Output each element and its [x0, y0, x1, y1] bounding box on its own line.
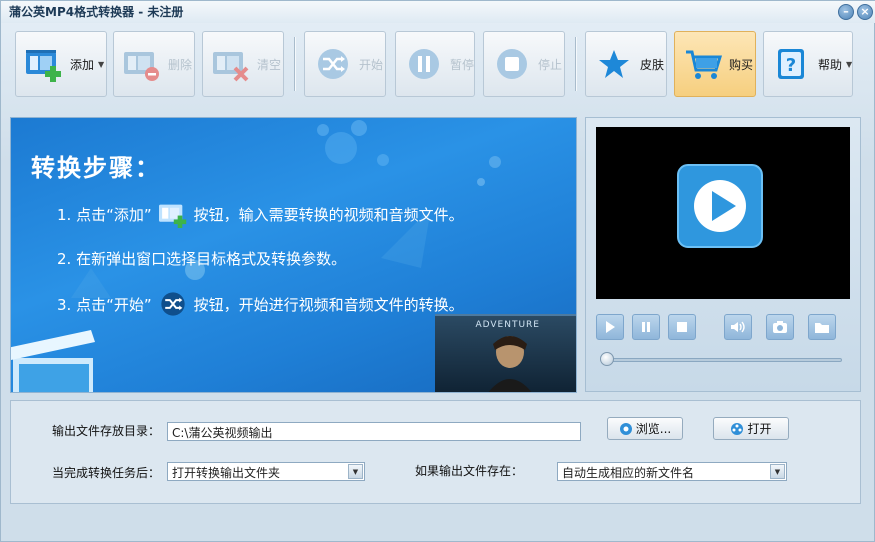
shopping-cart-icon	[686, 50, 723, 79]
delete-video-icon	[124, 52, 159, 81]
shuffle-convert-icon	[318, 49, 348, 79]
poster-caption: ADVENTURE	[475, 320, 540, 330]
minimize-button[interactable]: –	[838, 4, 854, 20]
toolbar: 添加 ▼ 删除 清空 开始 暂停 停止 皮肤 购买 ? 帮助 ▼	[1, 23, 875, 103]
after-complete-select[interactable]: 打开转换输出文件夹 ▼	[167, 462, 365, 481]
open-label: 打开	[747, 422, 772, 436]
chevron-down-icon[interactable]: ▼	[348, 464, 363, 479]
chevron-down-icon[interactable]: ▼	[98, 60, 104, 69]
player-play-button[interactable]	[596, 314, 624, 340]
step-3-text-a: 3. 点击“开始”	[57, 295, 152, 314]
svg-text:?: ?	[786, 55, 796, 76]
file-exists-select[interactable]: 自动生成相应的新文件名 ▼	[557, 462, 787, 481]
stop-icon	[677, 322, 687, 332]
help-button[interactable]: ? 帮助 ▼	[763, 31, 853, 97]
open-button[interactable]: 打开	[713, 417, 789, 440]
start-label: 开始	[359, 57, 384, 72]
file-exists-label: 如果输出文件存在：	[415, 464, 524, 478]
buy-button[interactable]: 购买	[674, 31, 756, 97]
pause-icon	[409, 49, 439, 79]
add-label: 添加	[70, 57, 95, 72]
browse-label: 浏览...	[635, 422, 672, 436]
close-button[interactable]: ×	[857, 4, 873, 20]
step-3: 3. 点击“开始” 按钮，开始进行视频和音频文件的转换。	[57, 290, 464, 318]
browse-icon	[619, 422, 632, 435]
step-2: 2. 在新弹出窗口选择目标格式及转换参数。	[57, 248, 346, 269]
stop-label: 停止	[538, 57, 563, 72]
chevron-down-icon[interactable]: ▼	[846, 60, 852, 69]
step-2-text: 2. 在新弹出窗口选择目标格式及转换参数。	[57, 250, 347, 268]
help-book-icon: ?	[778, 49, 804, 79]
output-settings-panel: 输出文件存放目录： C:\蒲公英视频输出 浏览... 打开 当完成转换任务后： …	[10, 400, 861, 504]
add-video-icon	[26, 50, 61, 82]
output-dir-label: 输出文件存放目录：	[52, 424, 161, 438]
pause-label: 暂停	[450, 57, 475, 72]
title-bar: 蒲公英MP4格式转换器 - 未注册 – ×	[1, 1, 875, 23]
shuffle-convert-icon	[160, 292, 185, 316]
play-icon[interactable]	[676, 163, 764, 249]
open-folder-button[interactable]	[808, 314, 836, 340]
add-video-icon	[158, 204, 186, 228]
player-stop-button[interactable]	[668, 314, 696, 340]
toolbar-divider	[575, 37, 577, 91]
video-screen	[596, 127, 850, 299]
skin-button[interactable]: 皮肤	[585, 31, 667, 97]
buy-label: 购买	[729, 57, 754, 72]
folder-icon	[815, 323, 829, 333]
help-label: 帮助	[818, 57, 843, 72]
stop-icon	[497, 49, 527, 79]
instructions-banner: 转换步骤： 1. 点击“添加” 按钮，输入需要转换的视频和音频文件。 2. 在新…	[10, 117, 577, 393]
step-1-text-b: 按钮，输入需要转换的视频和音频文件。	[193, 205, 464, 224]
movie-poster-image: ADVENTURE	[435, 314, 576, 392]
step-3-text-b: 按钮，开始进行视频和音频文件的转换。	[193, 295, 464, 314]
snapshot-button[interactable]	[766, 314, 794, 340]
window-title: 蒲公英MP4格式转换器 - 未注册	[9, 5, 184, 19]
clear-button[interactable]: 清空	[202, 31, 284, 97]
delete-button[interactable]: 删除	[113, 31, 195, 97]
steps-title: 转换步骤：	[31, 154, 161, 182]
pause-button[interactable]: 暂停	[395, 31, 475, 97]
preview-player	[585, 117, 861, 392]
after-complete-value: 打开转换输出文件夹	[172, 466, 281, 480]
step-1: 1. 点击“添加” 按钮，输入需要转换的视频和音频文件。	[57, 200, 464, 228]
app-window: 蒲公英MP4格式转换器 - 未注册 – × 添加 ▼ 删除 清空 开始 暂停 停…	[0, 0, 875, 542]
start-button[interactable]: 开始	[304, 31, 386, 97]
seek-handle[interactable]	[600, 352, 614, 366]
clapperboard-icon	[11, 330, 95, 392]
star-icon	[599, 50, 629, 78]
after-complete-label: 当完成转换任务后：	[52, 466, 161, 480]
seek-bar[interactable]	[604, 358, 842, 362]
browse-button[interactable]: 浏览...	[607, 417, 683, 440]
volume-button[interactable]	[724, 314, 752, 340]
chevron-down-icon[interactable]: ▼	[770, 464, 785, 479]
play-icon	[606, 321, 615, 333]
pirate-figure-image	[488, 336, 532, 392]
output-dir-input[interactable]: C:\蒲公英视频输出	[167, 422, 581, 441]
clear-label: 清空	[257, 57, 282, 72]
toolbar-divider	[294, 37, 296, 91]
stop-button[interactable]: 停止	[483, 31, 565, 97]
film-reel-icon	[731, 422, 744, 435]
delete-label: 删除	[168, 57, 193, 72]
add-button[interactable]: 添加 ▼	[15, 31, 107, 97]
pause-icon	[642, 322, 650, 332]
skin-label: 皮肤	[640, 57, 665, 72]
file-exists-value: 自动生成相应的新文件名	[562, 466, 695, 480]
speaker-icon	[731, 321, 745, 333]
step-1-text-a: 1. 点击“添加”	[57, 205, 152, 224]
player-pause-button[interactable]	[632, 314, 660, 340]
clear-list-icon	[213, 52, 249, 82]
camera-icon	[773, 321, 787, 333]
